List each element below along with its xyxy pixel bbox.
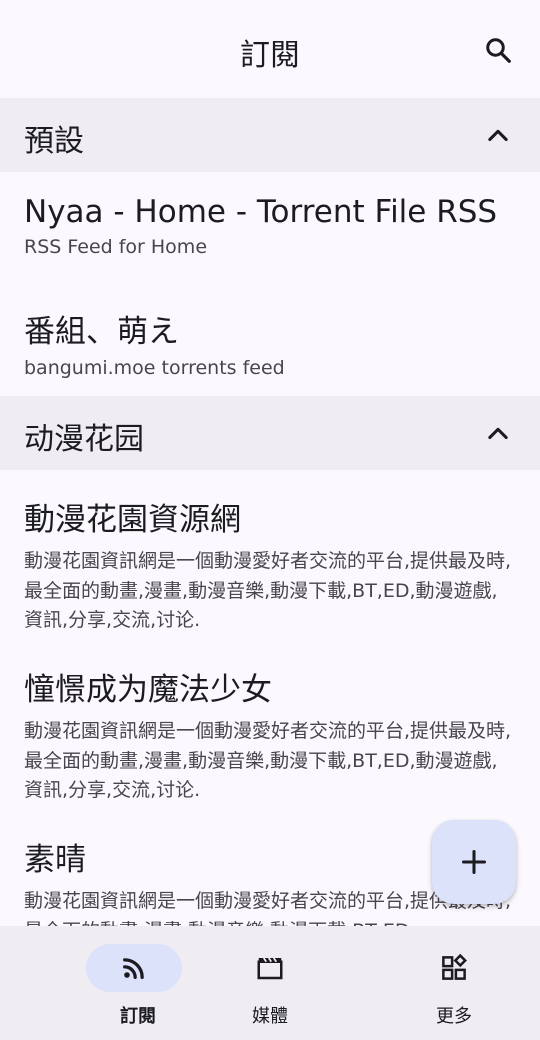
feed-item[interactable]: 番組、萌え bangumi.moe torrents feed (0, 284, 540, 396)
nav-item-media[interactable]: 媒體 (180, 926, 360, 1040)
nav-label: 更多 (436, 1006, 472, 1027)
group-header-dmhy[interactable]: 动漫花园 (0, 396, 540, 470)
search-button[interactable] (478, 30, 518, 70)
group-title: 預設 (24, 124, 84, 159)
subscription-list[interactable]: 預設 Nyaa - Home - Torrent File RSS RSS Fe… (0, 98, 540, 926)
feed-item[interactable]: 憧憬成为魔法少女 動漫花園資訊網是一個動漫愛好者交流的平台,提供最及時,最全面的… (0, 640, 540, 810)
top-app-bar: 訂閱 (0, 0, 540, 98)
group-title: 动漫花园 (24, 422, 144, 457)
nav-item-more[interactable]: 更多 (364, 926, 540, 1040)
nav-indicator (222, 944, 318, 992)
add-feed-button[interactable] (432, 820, 516, 904)
bottom-navigation: 訂閱 媒體 更多 (0, 926, 540, 1040)
feed-description: RSS Feed for Home (24, 236, 208, 258)
chevron-up-icon[interactable] (484, 122, 512, 150)
feed-description: 動漫花園資訊網是一個動漫愛好者交流的平台,提供最及時,最全面的動畫,漫畫,動漫音… (24, 720, 512, 801)
plus-icon (461, 849, 487, 875)
feed-item[interactable]: 動漫花園資源網 動漫花園資訊網是一個動漫愛好者交流的平台,提供最及時,最全面的動… (0, 470, 540, 640)
clapperboard-icon (257, 957, 283, 980)
feed-description: bangumi.moe torrents feed (24, 357, 285, 379)
chevron-up-icon[interactable] (484, 420, 512, 448)
search-icon (486, 38, 511, 63)
rss-icon (123, 958, 144, 979)
group-header-default[interactable]: 預設 (0, 98, 540, 172)
feed-title: 憧憬成为魔法少女 (24, 672, 272, 708)
widgets-icon (442, 953, 467, 980)
feed-title: Nyaa - Home - Torrent File RSS (24, 194, 498, 230)
feed-title: 番組、萌え (24, 314, 179, 350)
feed-item[interactable]: Nyaa - Home - Torrent File RSS RSS Feed … (0, 172, 540, 284)
nav-indicator (86, 944, 182, 992)
feed-description: 動漫花園資訊網是一個動漫愛好者交流的平台,提供最及時,最全面的動畫,漫畫,動漫音… (24, 550, 512, 631)
feed-title: 動漫花園資源網 (24, 502, 241, 538)
nav-label: 媒體 (252, 1006, 288, 1027)
nav-indicator (406, 944, 502, 992)
page-title: 訂閱 (240, 38, 300, 73)
